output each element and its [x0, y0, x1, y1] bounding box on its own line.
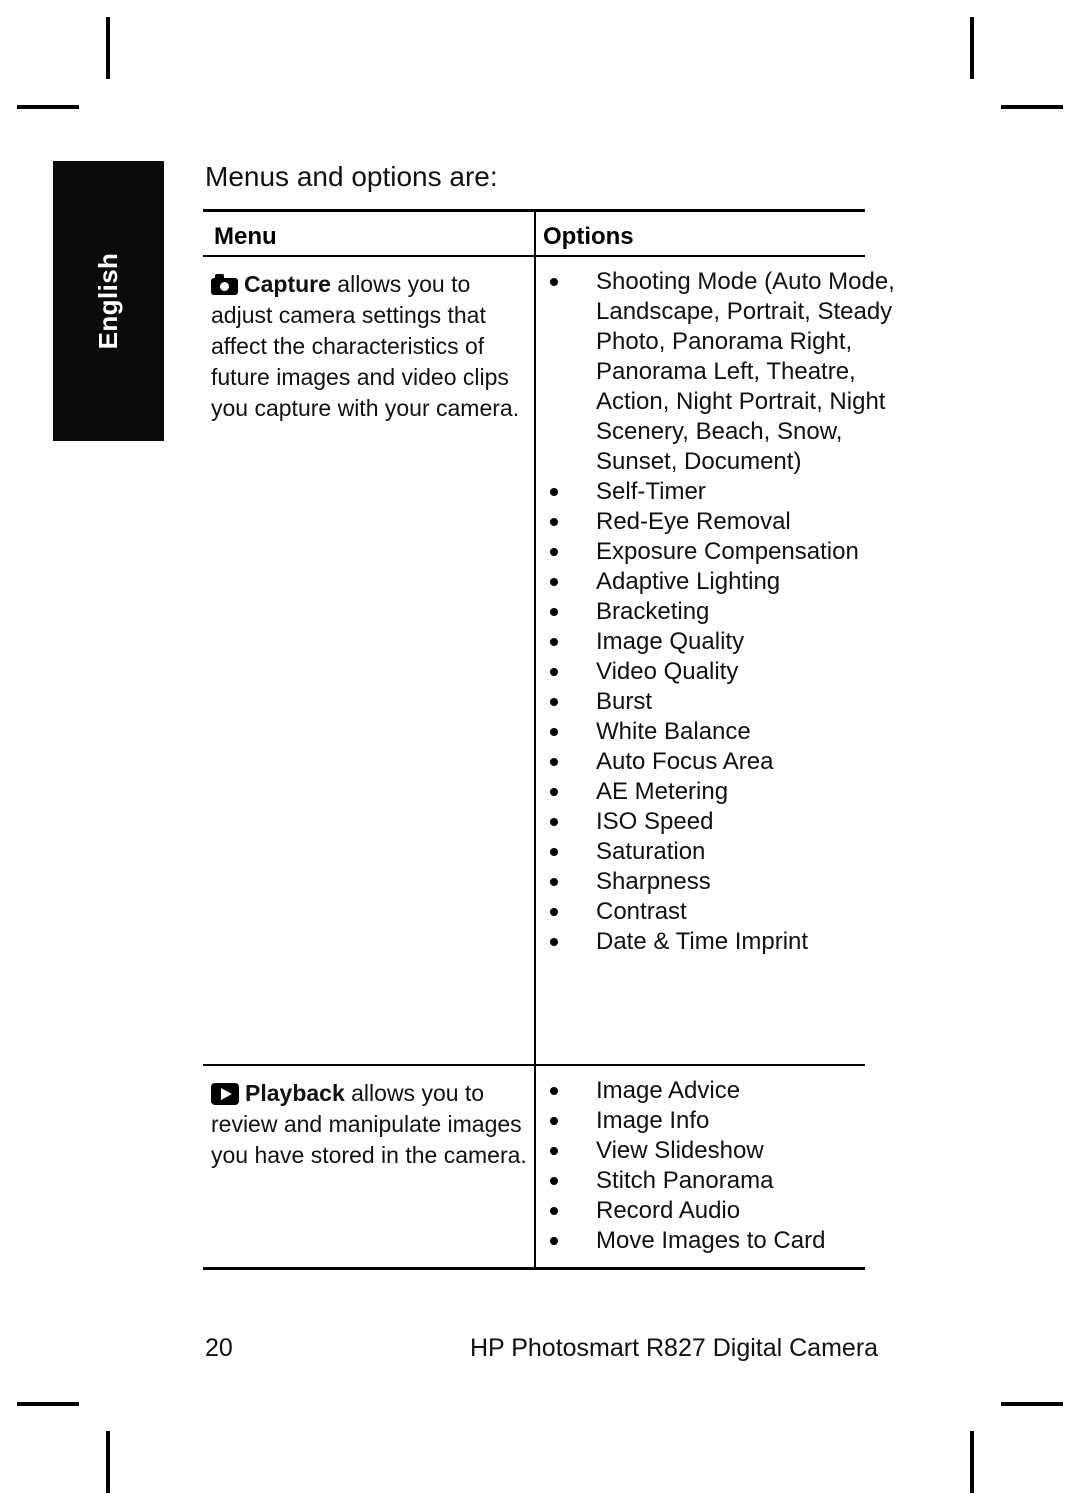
crop-mark-top-left-vertical [106, 17, 110, 79]
bullet-icon [550, 1147, 558, 1155]
bullet-icon [550, 1237, 558, 1245]
table-row-capture-description: Capture allows you to adjust camera sett… [211, 269, 531, 424]
bullet-icon [550, 278, 558, 286]
list-item: Bracketing [543, 597, 896, 627]
list-item: Saturation [543, 837, 896, 867]
bullet-icon [550, 638, 558, 646]
bullet-icon [550, 548, 558, 556]
bullet-icon [550, 668, 558, 676]
footer-product-name: HP Photosmart R827 Digital Camera [470, 1334, 879, 1362]
list-item: Video Quality [543, 657, 896, 687]
list-item: Exposure Compensation [543, 537, 896, 567]
bullet-icon [550, 908, 558, 916]
table-row-playback-options: Image Advice Image Info View Slideshow S… [543, 1076, 896, 1256]
crop-mark-top-right-horizontal [1001, 105, 1063, 109]
crop-mark-top-right-vertical [970, 17, 974, 79]
bullet-icon [550, 728, 558, 736]
bullet-icon [550, 818, 558, 826]
list-item: Stitch Panorama [543, 1166, 896, 1196]
table-header-options: Options [543, 223, 634, 250]
list-item: Image Info [543, 1106, 896, 1136]
bullet-icon [550, 878, 558, 886]
list-item: View Slideshow [543, 1136, 896, 1166]
list-item: White Balance [543, 717, 896, 747]
language-tab: English [53, 161, 164, 441]
crop-mark-top-left-horizontal [17, 105, 79, 109]
bullet-icon [550, 1207, 558, 1215]
list-item: AE Metering [543, 777, 896, 807]
menu-name-playback: Playback [245, 1080, 345, 1106]
table-header-menu: Menu [214, 223, 277, 250]
bullet-icon [550, 938, 558, 946]
crop-mark-bottom-left-vertical [106, 1431, 110, 1493]
language-tab-label: English [93, 252, 123, 350]
camera-icon [211, 274, 238, 295]
bullet-icon [550, 788, 558, 796]
bullet-icon [550, 578, 558, 586]
bullet-icon [550, 758, 558, 766]
crop-mark-bottom-right-vertical [970, 1431, 974, 1493]
bullet-icon [550, 848, 558, 856]
list-item: Sharpness [543, 867, 896, 897]
intro-text: Menus and options are: [205, 161, 498, 192]
bullet-icon [550, 1087, 558, 1095]
bullet-icon [550, 698, 558, 706]
menu-name-capture: Capture [244, 271, 331, 297]
bullet-icon [550, 608, 558, 616]
bullet-icon [550, 518, 558, 526]
list-item: Move Images to Card [543, 1226, 896, 1256]
bullet-icon [550, 1117, 558, 1125]
footer-page-number: 20 [205, 1334, 233, 1362]
bullet-icon [550, 488, 558, 496]
list-item: Burst [543, 687, 896, 717]
list-item: Self-Timer [543, 477, 896, 507]
crop-mark-bottom-right-horizontal [1001, 1402, 1063, 1406]
list-item: Date & Time Imprint [543, 927, 896, 957]
list-item: Record Audio [543, 1196, 896, 1226]
table-row-playback-description: Playback allows you to review and manipu… [211, 1078, 531, 1171]
list-item: Image Quality [543, 627, 896, 657]
list-item: Contrast [543, 897, 896, 927]
list-item: Adaptive Lighting [543, 567, 896, 597]
list-item: Image Advice [543, 1076, 896, 1106]
playback-icon [211, 1083, 239, 1105]
document-page: English Menus and options are: Menu Opti… [0, 0, 1080, 1512]
crop-mark-bottom-left-horizontal [17, 1402, 79, 1406]
table-row-capture-options: Shooting Mode (Auto Mode, Landscape, Por… [543, 267, 896, 957]
table-column-divider [534, 209, 536, 1270]
list-item: ISO Speed [543, 807, 896, 837]
list-item: Shooting Mode (Auto Mode, Landscape, Por… [543, 267, 896, 477]
bullet-icon [550, 1177, 558, 1185]
list-item: Red-Eye Removal [543, 507, 896, 537]
list-item: Auto Focus Area [543, 747, 896, 777]
